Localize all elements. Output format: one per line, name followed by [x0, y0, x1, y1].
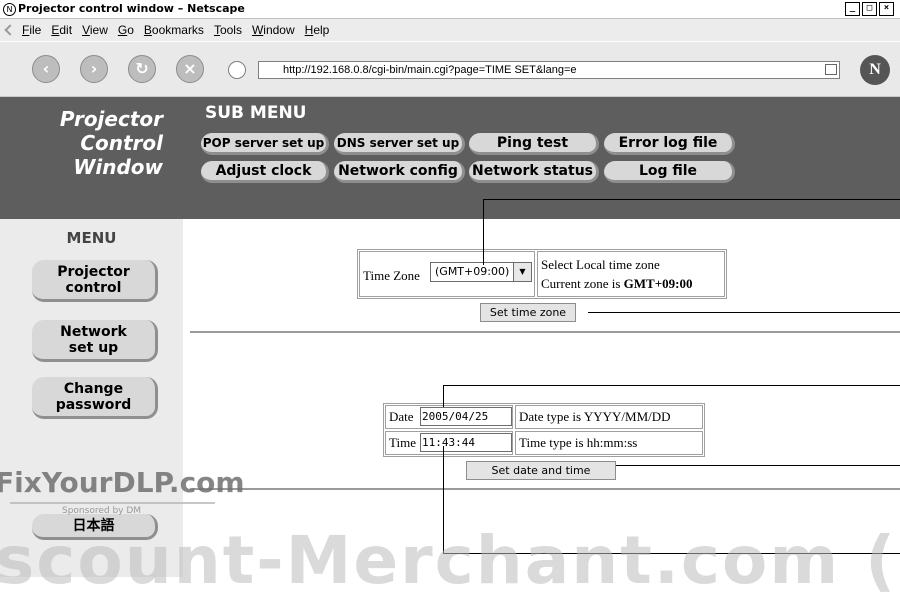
change-password-button[interactable]: Change password — [32, 377, 158, 419]
pop-server-setup-button[interactable]: POP server set up — [201, 133, 329, 155]
menu-header: MENU — [66, 229, 117, 247]
timezone-label: Time Zone — [363, 268, 420, 283]
ping-test-button[interactable]: Ping test — [469, 133, 599, 155]
menu-help[interactable]: Help — [305, 23, 330, 37]
network-config-button[interactable]: Network config — [334, 161, 465, 183]
back-icon[interactable]: ‹ — [32, 55, 60, 83]
error-log-file-button[interactable]: Error log file — [604, 133, 735, 155]
callout-line — [616, 465, 900, 466]
netscape-logo: N — [860, 55, 890, 85]
change-password-label-2: password — [55, 397, 132, 413]
watermark-underline — [10, 502, 215, 504]
timezone-hint: Select Local time zone — [541, 257, 660, 272]
maximize-button[interactable]: □ — [862, 2, 877, 16]
date-label: Date — [389, 409, 414, 424]
menu-file[interactable]: File — [22, 23, 41, 37]
section-divider-2 — [190, 488, 900, 490]
submenu-header: SUB MENU — [205, 103, 307, 123]
section-divider-1 — [190, 331, 900, 333]
time-input[interactable]: 11:43:44 — [420, 433, 512, 452]
stop-icon[interactable]: × — [176, 55, 204, 83]
window-titlebar: N Projector control window – Netscape _ … — [0, 0, 900, 19]
url-bar[interactable]: http://192.168.0.8/cgi-bin/main.cgi?page… — [258, 61, 840, 79]
menu-tools[interactable]: Tools — [214, 23, 242, 37]
navigation-toolbar: ‹ › ↻ × http://192.168.0.8/cgi-bin/main.… — [0, 42, 900, 97]
reload-icon[interactable]: ↻ — [128, 55, 156, 83]
menu-window[interactable]: Window — [252, 23, 295, 37]
timezone-info-cell: Select Local time zone Current zone is G… — [537, 251, 725, 297]
netscape-app-icon: N — [3, 3, 16, 16]
set-date-and-time-button[interactable]: Set date and time — [466, 461, 616, 480]
menu-bookmarks[interactable]: Bookmarks — [144, 23, 204, 37]
current-zone-value: GMT+09:00 — [623, 276, 693, 291]
submenu-panel: SUB MENU POP server set up DNS server se… — [183, 97, 900, 219]
menu-view[interactable]: View — [82, 23, 108, 37]
projector-control-button[interactable]: Projector control — [32, 260, 158, 302]
timezone-selected-value: (GMT+09:00) — [435, 265, 510, 278]
watermark-sponsor: Sponsored by DM — [62, 506, 142, 516]
current-zone-prefix: Current zone is — [541, 276, 624, 291]
network-setup-label-1: Network — [60, 324, 127, 340]
toolbar-grip-icon[interactable] — [4, 24, 16, 36]
watermark-fixyourdlp: FixYourDLP.com — [0, 466, 245, 499]
logo-line2: Control — [80, 131, 163, 155]
url-dropdown-icon[interactable] — [825, 64, 837, 75]
forward-icon[interactable]: › — [80, 55, 108, 83]
close-button[interactable]: × — [879, 2, 894, 16]
window-title: Projector control window – Netscape — [18, 2, 245, 15]
page-icon — [228, 61, 246, 79]
set-time-zone-button[interactable]: Set time zone — [480, 303, 576, 322]
network-status-button[interactable]: Network status — [469, 161, 599, 183]
callout-line — [588, 312, 900, 313]
date-input[interactable]: 2005/04/25 — [420, 407, 512, 426]
network-setup-button[interactable]: Network set up — [32, 320, 158, 362]
date-hint: Date type is YYYY/MM/DD — [519, 409, 671, 424]
window-controls: _ □ × — [843, 2, 894, 16]
callout-line — [483, 199, 484, 265]
menu-bar: File Edit View Go Bookmarks Tools Window… — [0, 19, 900, 41]
minimize-button[interactable]: _ — [845, 2, 860, 16]
projector-control-label-1: Projector — [57, 264, 130, 280]
time-hint: Time type is hh:mm:ss — [519, 435, 638, 450]
callout-line — [483, 199, 900, 200]
network-setup-label-2: set up — [68, 340, 119, 356]
chevron-down-icon[interactable]: ▼ — [513, 263, 531, 281]
change-password-label-1: Change — [63, 381, 124, 397]
time-hint-cell: Time type is hh:mm:ss — [515, 431, 703, 455]
time-label: Time — [389, 435, 416, 450]
current-zone-text: Current zone is GMT+09:00 — [541, 276, 692, 292]
projector-control-label-2: control — [65, 280, 122, 296]
date-hint-cell: Date type is YYYY/MM/DD — [515, 405, 703, 429]
logo-line1: Projector — [59, 107, 163, 131]
menu-go[interactable]: Go — [118, 23, 134, 37]
menu-edit[interactable]: Edit — [51, 23, 72, 37]
watermark-merchant: scount-Merchant.com (8 — [0, 522, 900, 599]
timezone-select[interactable]: (GMT+09:00) ▼ — [430, 262, 532, 282]
log-file-button[interactable]: Log file — [604, 161, 735, 183]
projector-control-window-logo: Projector Control Window — [0, 97, 183, 219]
adjust-clock-button[interactable]: Adjust clock — [201, 161, 329, 183]
logo-line3: Window — [73, 155, 163, 179]
dns-server-setup-button[interactable]: DNS server set up — [334, 133, 465, 155]
url-text: http://192.168.0.8/cgi-bin/main.cgi?page… — [283, 64, 577, 76]
callout-line — [443, 385, 444, 407]
callout-line — [443, 385, 900, 386]
